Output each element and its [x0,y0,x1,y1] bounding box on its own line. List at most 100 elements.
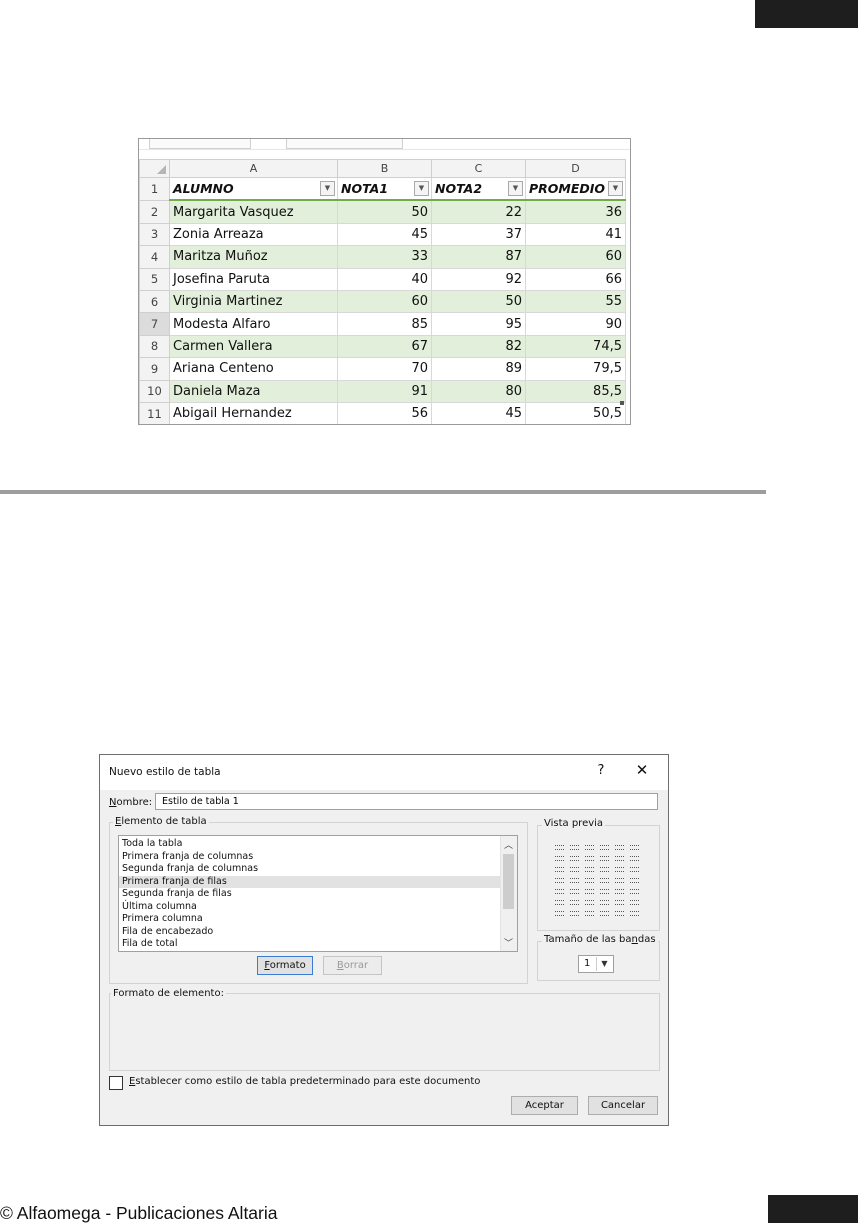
spreadsheet-screenshot: A B C D 1 ALUMNO▼ NOTA1▼ NOTA2▼ PROMEDIO… [138,138,631,425]
cell-nota1[interactable]: 60 [338,290,432,312]
cell-nota2[interactable]: 22 [432,200,526,223]
cell-nota2[interactable]: 89 [432,358,526,380]
cell-promedio[interactable]: 50,5 [526,402,626,424]
row-number[interactable]: 8 [140,335,170,357]
cell-alumno[interactable]: Josefina Paruta [170,268,338,290]
row-number-selected[interactable]: 7 [140,313,170,335]
header-cell[interactable]: NOTA2▼ [432,178,526,201]
preview-cell [570,900,579,905]
preview-row [555,876,645,884]
cell-nota2[interactable]: 87 [432,246,526,268]
header-cell[interactable]: ALUMNO▼ [170,178,338,201]
cell-promedio[interactable]: 85,5 [526,380,626,402]
row-number[interactable]: 6 [140,290,170,312]
cell-promedio[interactable]: 60 [526,246,626,268]
formato-button[interactable]: Formato [257,956,313,975]
list-item[interactable]: Fila de encabezado [122,926,213,938]
list-item[interactable]: Última columna [122,901,197,913]
row-number[interactable]: 9 [140,358,170,380]
row-number[interactable]: 4 [140,246,170,268]
cell-alumno[interactable]: Zonia Arreaza [170,223,338,245]
preview-cell [555,878,564,883]
preview-cell [570,867,579,872]
column-header[interactable]: C [432,160,526,178]
cell-nota2[interactable]: 37 [432,223,526,245]
chevron-up-icon[interactable]: ︿ [504,838,513,851]
table-row: 6 Virginia Martinez 60 50 55 [140,290,626,312]
cell-promedio[interactable]: 74,5 [526,335,626,357]
cell-promedio[interactable]: 90 [526,313,626,335]
list-item[interactable]: Fila de total [122,938,178,950]
chevron-down-icon[interactable]: ﹀ [504,936,513,949]
cell-nota1[interactable]: 45 [338,223,432,245]
preview-row [555,854,645,862]
cell-alumno[interactable]: Daniela Maza [170,380,338,402]
aceptar-button[interactable]: Aceptar [511,1096,578,1115]
cell-alumno[interactable]: Maritza Muñoz [170,246,338,268]
column-header[interactable]: D [526,160,626,178]
header-cell[interactable]: PROMEDIO▼ [526,178,626,201]
cell-nota1[interactable]: 91 [338,380,432,402]
header-cell[interactable]: NOTA1▼ [338,178,432,201]
cell-alumno[interactable]: Carmen Vallera [170,335,338,357]
list-item-selected[interactable]: Primera franja de filas [119,876,500,888]
cell-alumno[interactable]: Ariana Centeno [170,358,338,380]
bandas-select[interactable]: 1 ▼ [578,955,614,973]
cell-nota2[interactable]: 82 [432,335,526,357]
cell-nota1[interactable]: 50 [338,200,432,223]
help-button[interactable]: ? [594,763,608,778]
default-style-checkbox[interactable] [109,1076,123,1090]
cell-nota1[interactable]: 56 [338,402,432,424]
row-number[interactable]: 2 [140,200,170,223]
cell-promedio[interactable]: 55 [526,290,626,312]
scroll-thumb[interactable] [503,854,514,909]
row-number[interactable]: 10 [140,380,170,402]
cell-nota2[interactable]: 92 [432,268,526,290]
cell-promedio[interactable]: 66 [526,268,626,290]
cell-alumno[interactable]: Modesta Alfaro [170,313,338,335]
row-number[interactable]: 5 [140,268,170,290]
list-item[interactable]: Primera columna [122,913,203,925]
cell-nota2[interactable]: 95 [432,313,526,335]
preview-cell [555,900,564,905]
row-number[interactable]: 3 [140,223,170,245]
formato-elemento-label: Formato de elemento: [111,988,226,999]
list-item[interactable]: Segunda franja de columnas [122,863,258,875]
borrar-button[interactable]: Borrar [323,956,382,975]
row-number[interactable]: 11 [140,402,170,424]
cell-alumno[interactable]: Abigail Hernandez [170,402,338,424]
cell-nota1[interactable]: 85 [338,313,432,335]
cell-nota2[interactable]: 45 [432,402,526,424]
cancelar-button[interactable]: Cancelar [588,1096,658,1115]
cell-nota1[interactable]: 33 [338,246,432,268]
filter-dropdown-icon[interactable]: ▼ [508,181,523,196]
chevron-down-icon[interactable]: ▼ [596,957,612,971]
cell-promedio[interactable]: 36 [526,200,626,223]
cell-nota2[interactable]: 80 [432,380,526,402]
filter-dropdown-icon[interactable]: ▼ [414,181,429,196]
listbox-scrollbar[interactable]: ︿ ﹀ [500,836,517,951]
elemento-listbox[interactable]: Toda la tabla Primera franja de columnas… [118,835,518,952]
cell-alumno[interactable]: Margarita Vasquez [170,200,338,223]
column-header[interactable]: A [170,160,338,178]
cell-promedio[interactable]: 79,5 [526,358,626,380]
cell-nota1[interactable]: 67 [338,335,432,357]
cell-nota1[interactable]: 40 [338,268,432,290]
row-number[interactable]: 1 [140,178,170,201]
nombre-input[interactable] [155,793,658,810]
table-resize-handle[interactable] [620,401,624,405]
list-item[interactable]: Segunda franja de filas [122,888,232,900]
column-header[interactable]: B [338,160,432,178]
filter-dropdown-icon[interactable]: ▼ [320,181,335,196]
list-item[interactable]: Primera franja de columnas [122,851,253,863]
table-row: 3 Zonia Arreaza 45 37 41 [140,223,626,245]
cell-nota2[interactable]: 50 [432,290,526,312]
cell-alumno[interactable]: Virginia Martinez [170,290,338,312]
list-item[interactable]: Toda la tabla [122,838,182,850]
select-all-corner[interactable] [140,160,170,178]
filter-dropdown-icon[interactable]: ▼ [608,181,623,196]
preview-cell [630,900,639,905]
cell-promedio[interactable]: 41 [526,223,626,245]
close-icon[interactable]: ✕ [634,761,650,779]
cell-nota1[interactable]: 70 [338,358,432,380]
